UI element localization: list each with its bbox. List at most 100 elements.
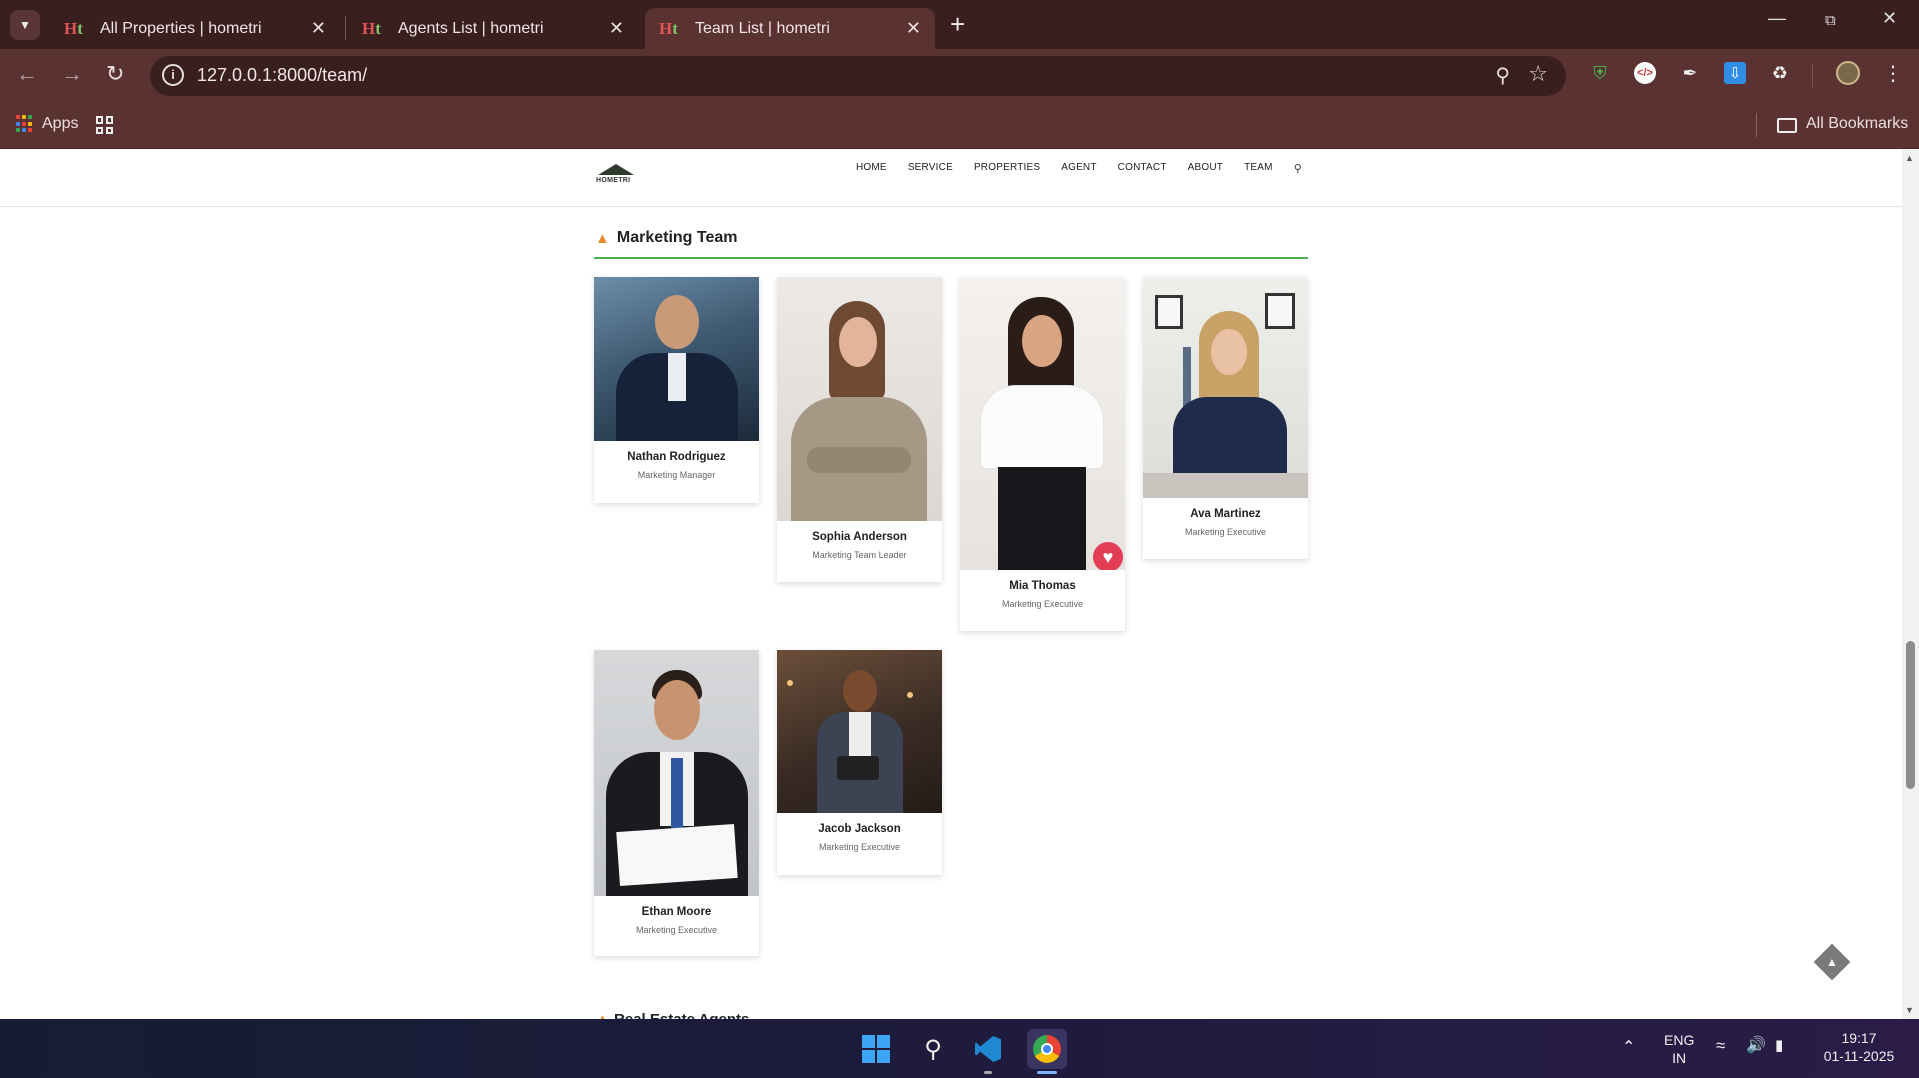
battery-icon[interactable]: ▮: [1775, 1037, 1783, 1055]
tab-groups-icon[interactable]: [96, 116, 114, 134]
chevron-up-icon: ▲: [1826, 955, 1838, 969]
member-role: Marketing Team Leader: [812, 550, 907, 560]
new-tab-button[interactable]: +: [950, 10, 965, 38]
tab-all-properties[interactable]: Ht All Properties | hometri ✕: [50, 8, 340, 49]
close-tab-icon[interactable]: ✕: [906, 18, 921, 39]
logo-text: HOMETRI: [596, 177, 631, 184]
megaphone-icon: ▲: [595, 1011, 610, 1019]
team-card[interactable]: Sophia Anderson Marketing Team Leader: [777, 277, 942, 582]
roof-icon: [598, 164, 634, 175]
hometri-favicon-icon: Ht: [362, 18, 381, 38]
bookmark-star-icon[interactable]: ☆: [1528, 61, 1548, 87]
site-info-icon[interactable]: i: [162, 64, 184, 86]
download-icon[interactable]: ⇩: [1722, 60, 1748, 86]
team-card[interactable]: Jacob Jackson Marketing Executive: [777, 650, 942, 875]
volume-icon[interactable]: 🔊: [1746, 1037, 1766, 1055]
favorite-heart-icon[interactable]: ♥: [1093, 542, 1123, 570]
close-tab-icon[interactable]: ✕: [311, 18, 326, 39]
nav-about[interactable]: ABOUT: [1188, 162, 1223, 175]
close-tab-icon[interactable]: ✕: [609, 18, 624, 39]
megaphone-icon: ▲: [595, 229, 610, 247]
profile-avatar[interactable]: [1835, 60, 1861, 86]
nav-contact[interactable]: CONTACT: [1118, 162, 1167, 175]
browser-tab-bar: ▼ Ht All Properties | hometri ✕ Ht Agent…: [0, 0, 1919, 49]
scroll-down-arrow-icon[interactable]: ▼: [1905, 1005, 1914, 1015]
team-card[interactable]: Ethan Moore Marketing Executive: [594, 650, 759, 956]
member-name: Ethan Moore: [641, 906, 712, 918]
close-window-icon[interactable]: ✕: [1882, 8, 1897, 29]
chevron-down-icon: ▼: [19, 18, 31, 32]
chrome-icon[interactable]: [1027, 1029, 1067, 1069]
wifi-icon[interactable]: ≈: [1716, 1037, 1725, 1055]
forward-icon[interactable]: →: [61, 61, 83, 87]
tab-separator: [345, 16, 346, 40]
member-name: Ava Martinez: [1190, 508, 1261, 520]
scrollbar-thumb[interactable]: [1906, 641, 1915, 789]
nav-home[interactable]: HOME: [856, 162, 887, 175]
scroll-to-top-button[interactable]: ▲: [1813, 943, 1851, 981]
nav-agent[interactable]: AGENT: [1061, 162, 1096, 175]
bookmarks-divider: [1756, 113, 1757, 137]
minimize-icon[interactable]: —: [1768, 8, 1786, 29]
team-card[interactable]: ♥ Mia Thomas Marketing Executive: [960, 277, 1125, 631]
chrome-active-indicator: [1037, 1071, 1057, 1074]
member-photo: [594, 650, 759, 896]
bookmarks-bar: Apps All Bookmarks: [0, 101, 1919, 149]
color-picker-icon[interactable]: ✒: [1677, 60, 1703, 86]
all-bookmarks-button[interactable]: All Bookmarks: [1806, 115, 1908, 133]
restore-icon[interactable]: ⧉: [1825, 12, 1836, 29]
section-title: Marketing Team: [616, 229, 738, 246]
devtools-extension-icon[interactable]: </>: [1632, 60, 1658, 86]
region-code: IN: [1672, 1050, 1687, 1066]
nav-team[interactable]: TEAM: [1244, 162, 1273, 175]
vscode-running-indicator: [984, 1071, 992, 1074]
tab-title: Agents List | hometri: [398, 19, 544, 37]
member-photo: ♥: [960, 277, 1125, 570]
page-viewport: HOMETRI HOME SERVICE PROPERTIES AGENT CO…: [0, 149, 1902, 1019]
apps-grid-icon[interactable]: [16, 115, 34, 133]
member-name: Nathan Rodriguez: [627, 451, 726, 463]
team-card[interactable]: Ava Martinez Marketing Executive: [1143, 277, 1308, 559]
toolbar-divider: [1812, 63, 1813, 87]
url-text[interactable]: 127.0.0.1:8000/team/: [197, 65, 367, 86]
page-scrollbar[interactable]: ▲ ▼: [1902, 149, 1919, 1019]
tab-agents-list[interactable]: Ht Agents List | hometri ✕: [348, 8, 638, 49]
main-nav: HOME SERVICE PROPERTIES AGENT CONTACT AB…: [856, 162, 1302, 175]
shield-extension-icon[interactable]: ⛨: [1587, 60, 1613, 86]
apps-bookmark[interactable]: Apps: [42, 115, 78, 133]
menu-kebab-icon[interactable]: ⋮: [1880, 60, 1906, 86]
nav-properties[interactable]: PROPERTIES: [974, 162, 1040, 175]
member-photo: [1143, 277, 1308, 498]
member-role: Marketing Executive: [818, 842, 901, 852]
reload-icon[interactable]: ↻: [106, 61, 124, 87]
search-icon[interactable]: ⚲: [917, 1033, 949, 1065]
hometri-favicon-icon: Ht: [64, 18, 83, 38]
show-hidden-icons-icon[interactable]: ⌃: [1622, 1039, 1635, 1057]
site-header: HOMETRI HOME SERVICE PROPERTIES AGENT CO…: [0, 149, 1902, 207]
browser-toolbar: ← → ↻ i 127.0.0.1:8000/team/ ⚲ ☆ ⛨ </> ✒…: [0, 49, 1919, 101]
member-role: Marketing Executive: [1001, 599, 1084, 609]
member-photo: [777, 277, 942, 521]
hometri-logo[interactable]: HOMETRI: [596, 164, 636, 190]
windows-taskbar: ⚲ ⌃ ENG IN ≈ 🔊 ▮ 19:17 01-11-2025: [0, 1019, 1919, 1078]
address-bar[interactable]: i 127.0.0.1:8000/team/ ⚲ ☆: [150, 56, 1566, 96]
vscode-icon[interactable]: [972, 1033, 1004, 1065]
member-name: Sophia Anderson: [812, 531, 907, 543]
member-role: Marketing Manager: [637, 470, 716, 480]
tab-team-list[interactable]: Ht Team List | hometri ✕: [645, 8, 935, 49]
section-divider: [594, 257, 1308, 259]
member-photo: [594, 277, 759, 441]
tab-title: Team List | hometri: [695, 19, 830, 37]
nav-service[interactable]: SERVICE: [908, 162, 953, 175]
zoom-icon[interactable]: ⚲: [1495, 63, 1510, 88]
start-icon[interactable]: [860, 1033, 892, 1065]
scroll-up-arrow-icon[interactable]: ▲: [1905, 153, 1914, 163]
clock[interactable]: 19:17 01-11-2025: [1818, 1029, 1900, 1065]
tab-search-button[interactable]: ▼: [10, 10, 40, 40]
search-icon[interactable]: ⚲: [1294, 162, 1302, 175]
language-indicator[interactable]: ENG IN: [1664, 1031, 1694, 1067]
clock-time: 19:17: [1841, 1030, 1877, 1046]
team-card[interactable]: Nathan Rodriguez Marketing Manager: [594, 277, 759, 503]
back-icon[interactable]: ←: [16, 61, 38, 87]
extensions-puzzle-icon[interactable]: ♻: [1767, 60, 1793, 86]
